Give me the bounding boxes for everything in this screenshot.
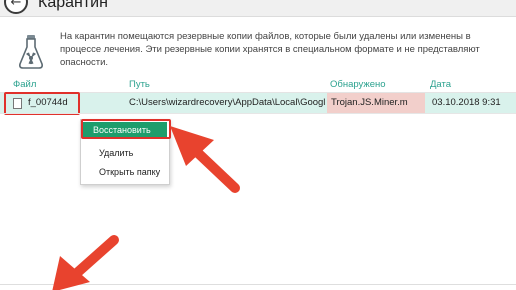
restore-highlight-frame bbox=[81, 119, 171, 139]
arrow-pointing-down-icon bbox=[52, 235, 119, 290]
row-path: C:\Users\wizardrecovery\AppData\Local\Go… bbox=[129, 97, 325, 108]
back-arrow-icon: ← bbox=[10, 0, 22, 10]
arrow-pointing-to-restore-icon bbox=[170, 126, 240, 193]
quarantine-flask-icon bbox=[19, 35, 43, 69]
column-header-path[interactable]: Путь bbox=[129, 79, 150, 90]
open-folder-menu-item[interactable]: Открыть папку bbox=[99, 167, 160, 177]
row-detected-threat: Trojan.JS.Miner.m bbox=[327, 93, 425, 113]
window-header: ← Карантин bbox=[0, 0, 516, 17]
file-highlight-frame bbox=[4, 92, 80, 115]
back-button[interactable]: ← bbox=[4, 0, 28, 14]
row-divider bbox=[0, 113, 516, 114]
row-date: 03.10.2018 9:31 bbox=[432, 97, 501, 108]
quarantine-description: На карантин помещаются резервные копии ф… bbox=[60, 31, 480, 68]
window-title: Карантин bbox=[38, 0, 108, 11]
footer-divider bbox=[0, 284, 516, 285]
column-header-date[interactable]: Дата bbox=[430, 79, 451, 90]
delete-menu-item[interactable]: Удалить bbox=[99, 148, 133, 158]
column-header-file[interactable]: Файл bbox=[13, 79, 36, 90]
column-header-detected[interactable]: Обнаружено bbox=[330, 79, 386, 90]
